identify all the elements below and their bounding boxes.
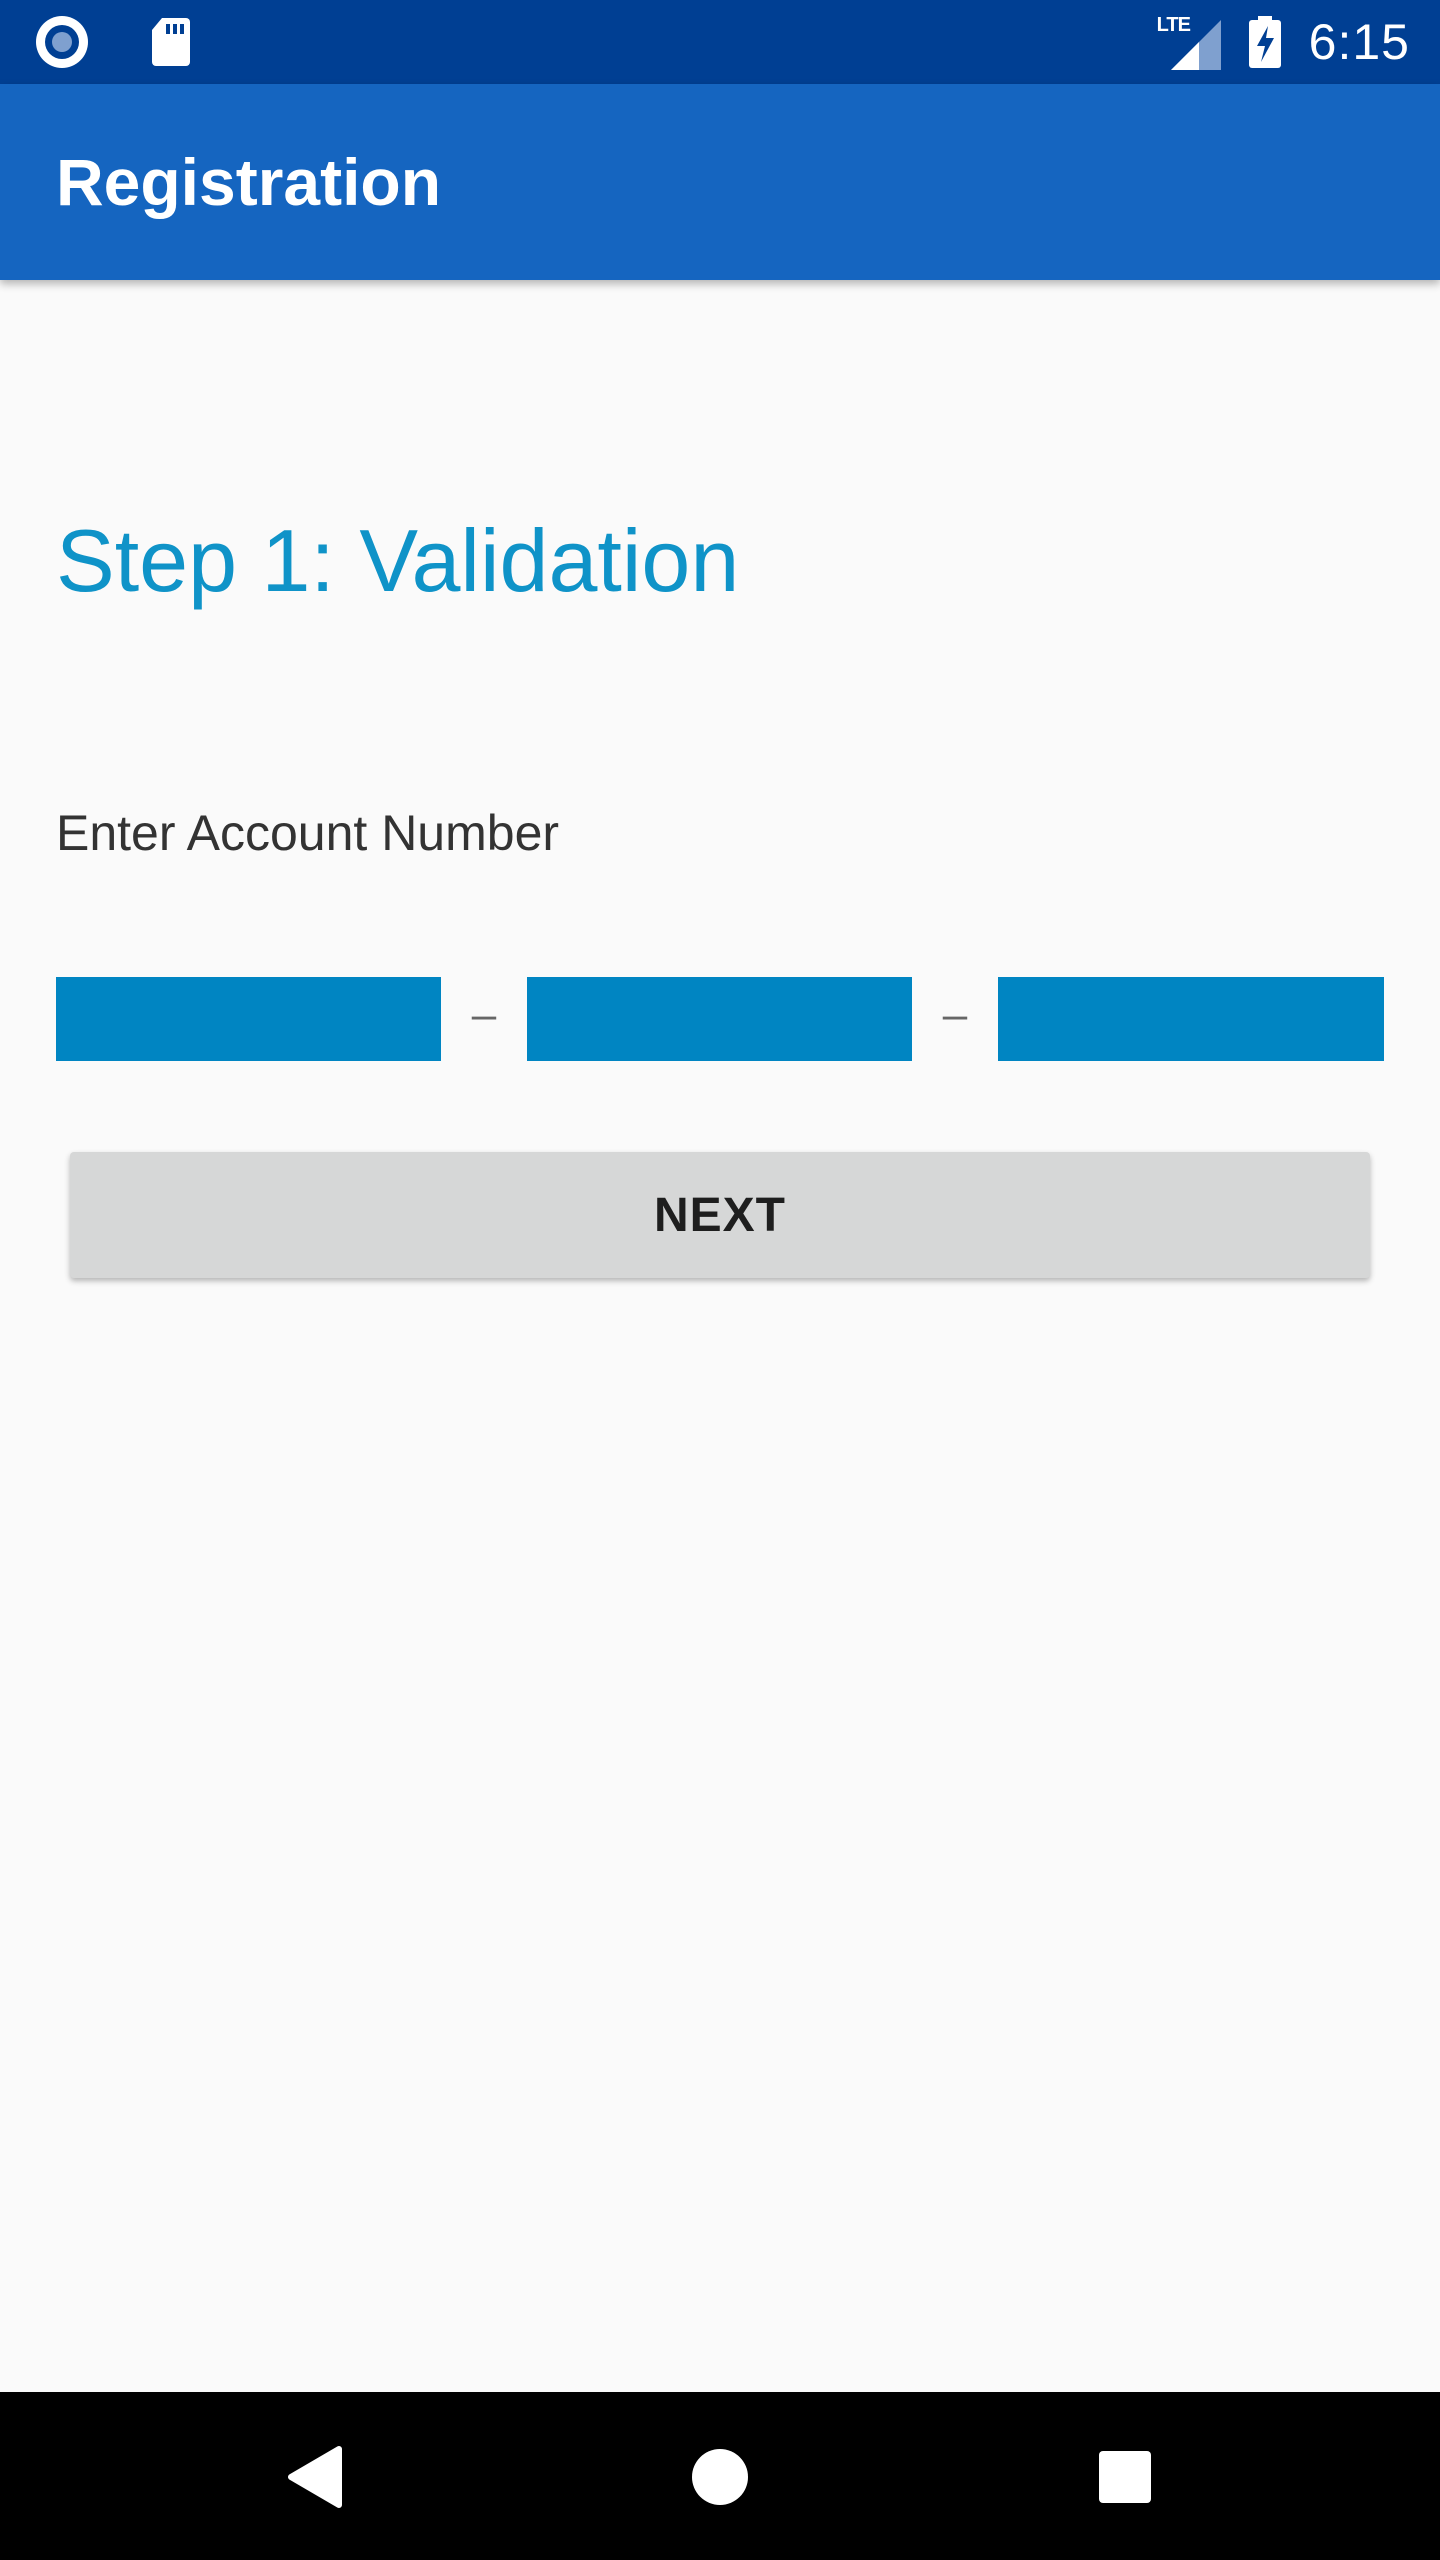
recents-icon[interactable]	[1080, 2432, 1170, 2522]
step-title: Step 1: Validation	[56, 511, 740, 610]
field-separator: –	[471, 990, 497, 1039]
sd-card-icon	[150, 16, 192, 68]
status-right-icons: LTE 6:15	[1157, 10, 1410, 74]
back-icon[interactable]	[270, 2432, 360, 2522]
lte-signal-icon: LTE	[1157, 14, 1221, 70]
account-number-field-2[interactable]	[527, 977, 912, 1061]
record-icon	[36, 16, 88, 68]
app-bar: Registration	[0, 84, 1440, 280]
field-separator: –	[942, 990, 968, 1039]
status-time: 6:15	[1308, 14, 1410, 70]
navigation-bar	[0, 2392, 1440, 2560]
account-number-field-1[interactable]	[56, 977, 441, 1061]
home-icon[interactable]	[675, 2432, 765, 2522]
battery-charging-icon	[1247, 16, 1283, 68]
registration-screen: LTE 6:15 Registration Step 1: Validation…	[0, 0, 1440, 2560]
account-number-field-3[interactable]	[998, 977, 1384, 1061]
account-number-label: Enter Account Number	[56, 805, 560, 861]
status-left-icons	[36, 14, 192, 70]
app-title: Registration	[56, 145, 442, 219]
next-button[interactable]: NEXT	[70, 1152, 1370, 1278]
status-bar: LTE 6:15	[0, 0, 1440, 84]
